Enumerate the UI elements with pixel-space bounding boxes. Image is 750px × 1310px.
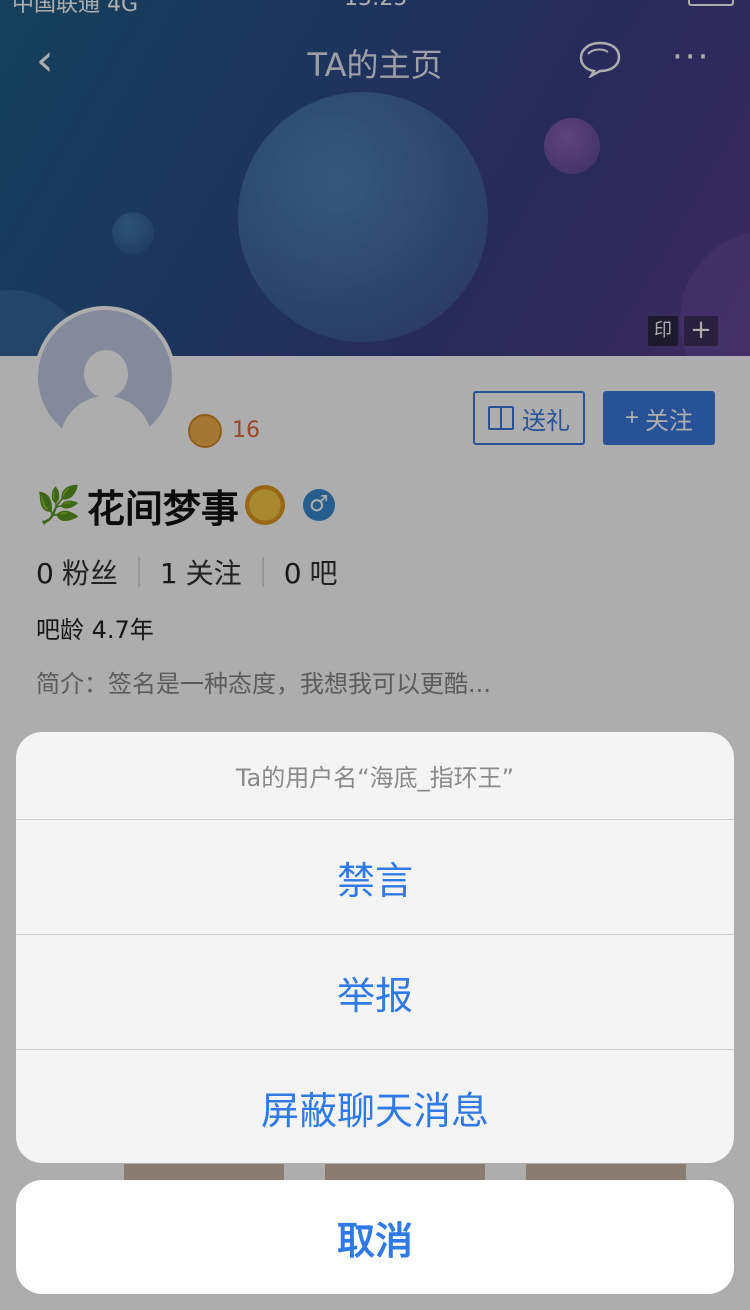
mute-option[interactable]: 禁言 (16, 820, 734, 935)
report-option[interactable]: 举报 (16, 935, 734, 1050)
profile-screen: 中国联通 4G 15:25 ‹ TA的主页 ··· 印 + 16 送礼 + 关注… (0, 0, 750, 1310)
action-sheet: Ta的用户名“海底_指环王” 禁言 举报 屏蔽聊天消息 (16, 732, 734, 1163)
block-chat-option[interactable]: 屏蔽聊天消息 (16, 1050, 734, 1163)
cancel-button[interactable]: 取消 (16, 1180, 734, 1294)
action-sheet-title: Ta的用户名“海底_指环王” (16, 732, 734, 820)
